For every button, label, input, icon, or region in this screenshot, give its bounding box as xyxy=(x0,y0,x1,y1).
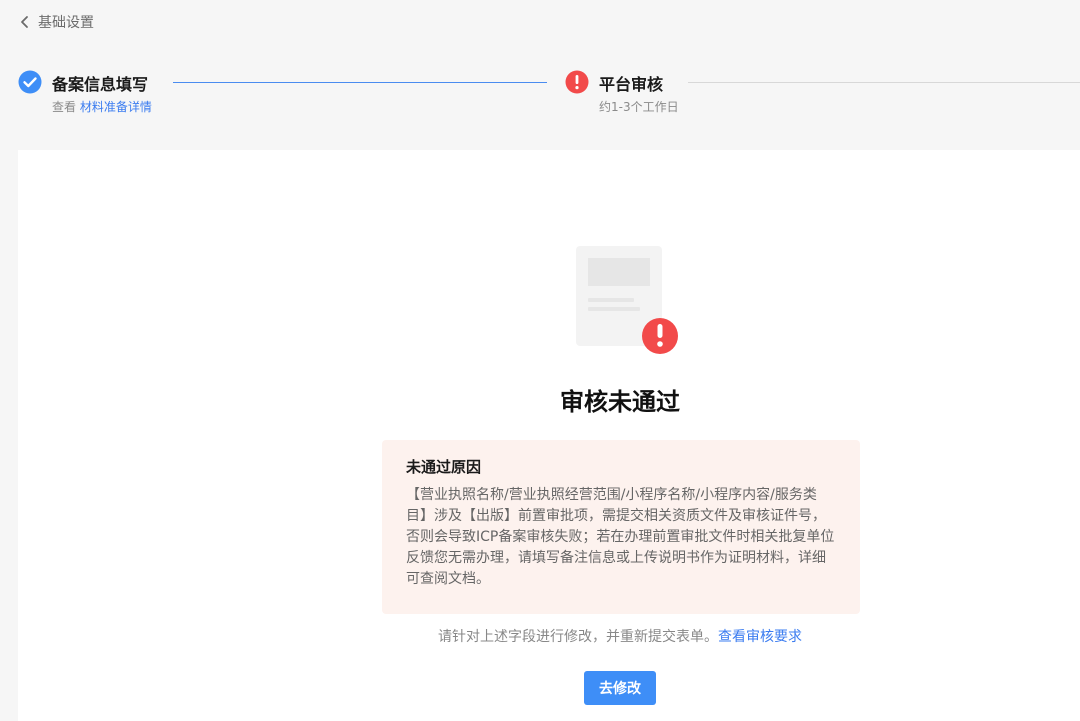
go-modify-button[interactable]: 去修改 xyxy=(584,671,656,705)
chevron-left-icon xyxy=(21,16,28,28)
resubmit-hint: 请针对上述字段进行修改，并重新提交表单。查看审核要求 xyxy=(18,626,1080,646)
back-label: 基础设置 xyxy=(38,15,94,31)
steps-bar: 备案信息填写 查看 材料准备详情 平台审核 约1-3个工作日 xyxy=(18,70,1080,118)
material-details-link[interactable]: 材料准备详情 xyxy=(80,100,152,114)
reject-reason-box: 未通过原因 【营业执照名称/营业执照经营范围/小程序名称/小程序内容/服务类目】… xyxy=(382,440,860,614)
step-title: 平台审核 xyxy=(599,75,664,94)
result-title: 审核未通过 xyxy=(560,388,680,416)
document-error-icon xyxy=(576,246,678,354)
step-subtitle: 约1-3个工作日 xyxy=(599,100,679,114)
hint-text: 请针对上述字段进行修改，并重新提交表单。 xyxy=(438,629,718,645)
result-card: 审核未通过 未通过原因 【营业执照名称/营业执照经营范围/小程序名称/小程序内容… xyxy=(18,150,1080,721)
step-connector-done xyxy=(173,82,547,83)
reason-text: 【营业执照名称/营业执照经营范围/小程序名称/小程序内容/服务类目】涉及【出版】… xyxy=(406,487,835,587)
review-requirements-link[interactable]: 查看审核要求 xyxy=(718,629,802,645)
reason-title: 未通过原因 xyxy=(406,458,482,476)
step-subtitle: 查看 材料准备详情 xyxy=(52,98,152,115)
back-link[interactable]: 基础设置 xyxy=(18,12,94,32)
step-title: 备案信息填写 xyxy=(52,75,149,94)
exclamation-circle-icon xyxy=(565,70,589,94)
page: 基础设置 备案信息填写 查看 材料准备详情 平台审核 约1-3个工作日 审核未通… xyxy=(0,0,1080,721)
check-circle-icon xyxy=(18,70,42,94)
step-connector-pending xyxy=(688,82,1080,83)
step-sub-prefix: 查看 xyxy=(52,100,77,114)
